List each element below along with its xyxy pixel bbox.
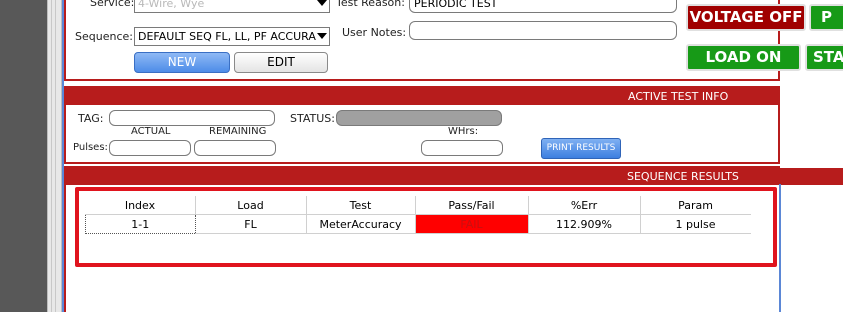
service-label: Service: [90,0,135,9]
left-dark-panel [0,0,47,312]
vertical-splitter[interactable] [47,0,62,312]
actual-label: ACTUAL [131,126,171,137]
sequence-value: DEFAULT SEQ FL, LL, PF ACCURA [138,30,316,43]
actual-pulses-field [109,140,191,156]
p-button[interactable]: P [809,4,843,31]
voltage-off-button[interactable]: VOLTAGE OFF [686,4,806,31]
service-value: 4-Wire, Wye [138,0,205,10]
user-notes-field[interactable] [409,21,677,40]
sequence-select[interactable]: DEFAULT SEQ FL, LL, PF ACCURA [134,27,330,46]
status-field [336,110,502,126]
whrs-field [421,140,503,156]
results-right-border [779,184,781,312]
test-reason-field[interactable]: PERIODIC TEST [409,0,677,13]
chevron-down-icon [317,33,327,39]
remaining-pulses-field [194,140,276,156]
new-sequence-button[interactable]: NEW [134,52,230,73]
chevron-down-icon [317,0,327,6]
edit-sequence-button[interactable]: EDIT [234,52,328,73]
test-reason-label: Test Reason: [336,0,405,9]
tag-field[interactable] [109,110,275,126]
active-test-header-bar: ACTIVE TEST INFO [64,88,780,105]
pulses-label: Pulses: [73,142,108,153]
active-test-header: ACTIVE TEST INFO [628,90,729,103]
sequence-label: Sequence: [75,30,133,43]
load-on-button[interactable]: LOAD ON [686,44,801,71]
status-label: STATUS: [290,112,335,125]
service-select[interactable]: 4-Wire, Wye [134,0,330,13]
print-results-button[interactable]: PRINT RESULTS [541,138,621,159]
start-button[interactable]: STA [805,44,843,71]
annotation-highlight-box [75,187,777,267]
user-notes-label: User Notes: [342,26,407,39]
remaining-label: REMAINING [209,126,267,137]
tag-label: TAG: [78,112,104,125]
sequence-results-header-bar: SEQUENCE RESULTS [64,168,843,185]
whrs-label: WHrs: [448,126,479,137]
test-reason-value: PERIODIC TEST [414,0,498,10]
sequence-results-header: SEQUENCE RESULTS [627,170,739,183]
